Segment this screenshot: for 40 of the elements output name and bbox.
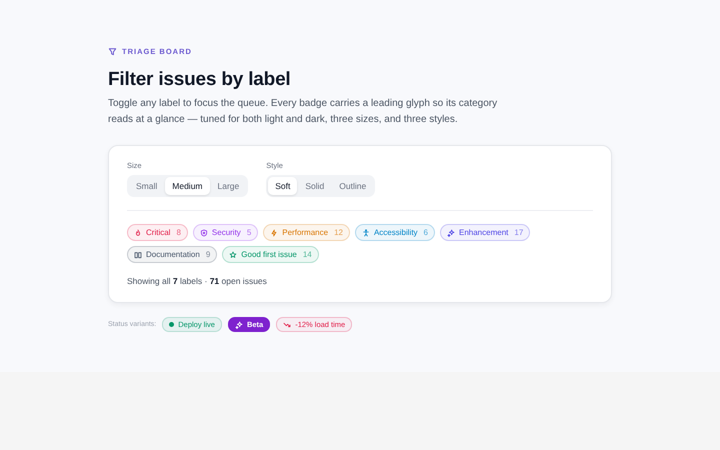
label-name: Accessibility [374,228,418,237]
label-name: Enhancement [459,228,508,237]
label-badge[interactable]: Enhancement 17 [440,224,530,241]
star-icon [229,250,238,258]
label-count: 14 [302,250,312,259]
filter-icon [108,46,117,56]
label-count: 17 [514,228,524,237]
page-title: Filter issues by label [108,68,292,92]
shield-icon [200,228,208,236]
label-badge[interactable]: Documentation 9 [127,246,218,263]
label-name: Performance [282,228,328,237]
trend-down-icon [283,320,292,328]
segment-option[interactable]: Soft [268,177,298,195]
label-name: Documentation [146,250,200,259]
label-count: 6 [424,228,428,237]
segment-option[interactable]: Large [210,177,246,195]
page-description: Toggle any label to focus the queue. Every badge carries a leading glyph so its category reads at a glance — tuned for both light and dark, three sizes, and three styles. [108,97,498,127]
segment-option[interactable]: Medium [165,177,210,195]
label-count: 9 [206,250,210,259]
label-count: 5 [246,228,252,237]
label-badge[interactable]: Critical 8 [127,224,188,241]
label-count: 12 [334,228,343,237]
label-name: Security [212,228,241,237]
flame-icon [134,228,142,236]
segment-option[interactable]: Solid [298,177,332,195]
label-name: Critical [146,228,170,237]
label-badge[interactable]: Performance 12 [263,224,350,241]
person-icon [362,228,370,236]
label-name: Good first issue [241,250,297,259]
lightning-icon [270,228,278,236]
label-badge[interactable]: Security 5 [192,224,258,241]
label-count: 8 [176,228,181,237]
segment-option[interactable]: Outline [332,177,374,195]
sparkle-icon [234,320,243,328]
summary-text: Showing all 7 labels · 71 open issues [127,276,268,286]
sparkle-icon [447,228,455,236]
book-icon [134,250,142,258]
segment-option[interactable]: Small [129,177,164,195]
label-badge[interactable]: Good first issue 14 [222,246,319,263]
label-badge[interactable]: Accessibility 6 [354,224,435,241]
